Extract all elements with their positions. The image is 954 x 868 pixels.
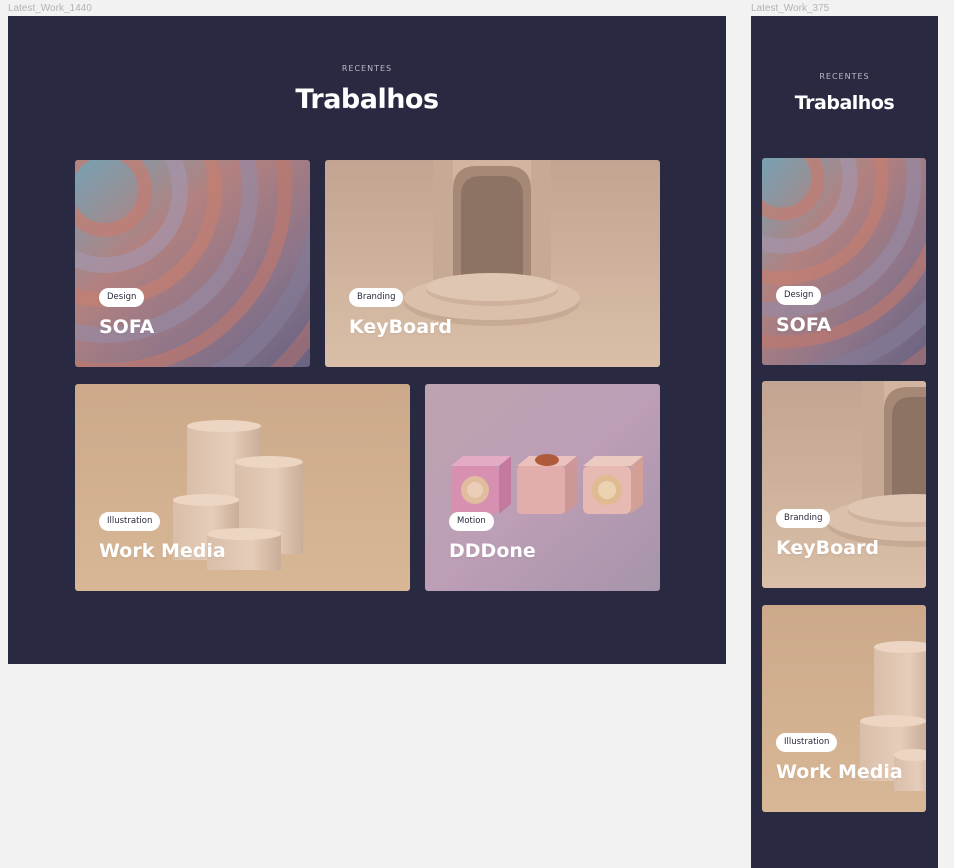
card-title: SOFA: [99, 316, 155, 338]
section-title: Trabalhos: [794, 92, 895, 114]
mobile-frame: RECENTES Trabalhos Design SOFA Branding …: [751, 16, 938, 868]
card-title: DDDone: [449, 540, 536, 562]
card-title: KeyBoard: [349, 316, 452, 338]
section-title: Trabalhos: [295, 84, 439, 115]
category-badge: Branding: [349, 288, 404, 307]
work-card-work-media[interactable]: Illustration Work Media: [75, 384, 410, 591]
work-card-sofa[interactable]: Design SOFA: [762, 158, 926, 365]
category-badge: Illustration: [99, 512, 161, 531]
work-card-keyboard[interactable]: Branding KeyBoard: [762, 381, 926, 588]
category-badge: Design: [776, 286, 822, 305]
category-badge: Motion: [449, 512, 494, 531]
category-badge: Illustration: [776, 733, 838, 752]
card-title: SOFA: [776, 314, 832, 336]
section-eyebrow: RECENTES: [819, 72, 870, 81]
work-card-sofa[interactable]: Design SOFA: [75, 160, 310, 367]
category-badge: Design: [99, 288, 145, 307]
work-card-keyboard[interactable]: Branding KeyBoard: [325, 160, 660, 367]
desktop-frame-label[interactable]: Latest_Work_1440: [8, 3, 92, 14]
category-badge: Branding: [776, 509, 831, 528]
section-eyebrow: RECENTES: [341, 64, 393, 73]
work-card-work-media[interactable]: Illustration Work Media: [762, 605, 926, 812]
desktop-frame: RECENTES Trabalhos Design SOFA Branding …: [8, 16, 726, 664]
card-title: Work Media: [99, 540, 226, 562]
card-title: Work Media: [776, 761, 903, 783]
mobile-frame-label[interactable]: Latest_Work_375: [751, 3, 829, 14]
card-title: KeyBoard: [776, 537, 879, 559]
work-card-dddone[interactable]: Motion DDDone: [425, 384, 660, 591]
